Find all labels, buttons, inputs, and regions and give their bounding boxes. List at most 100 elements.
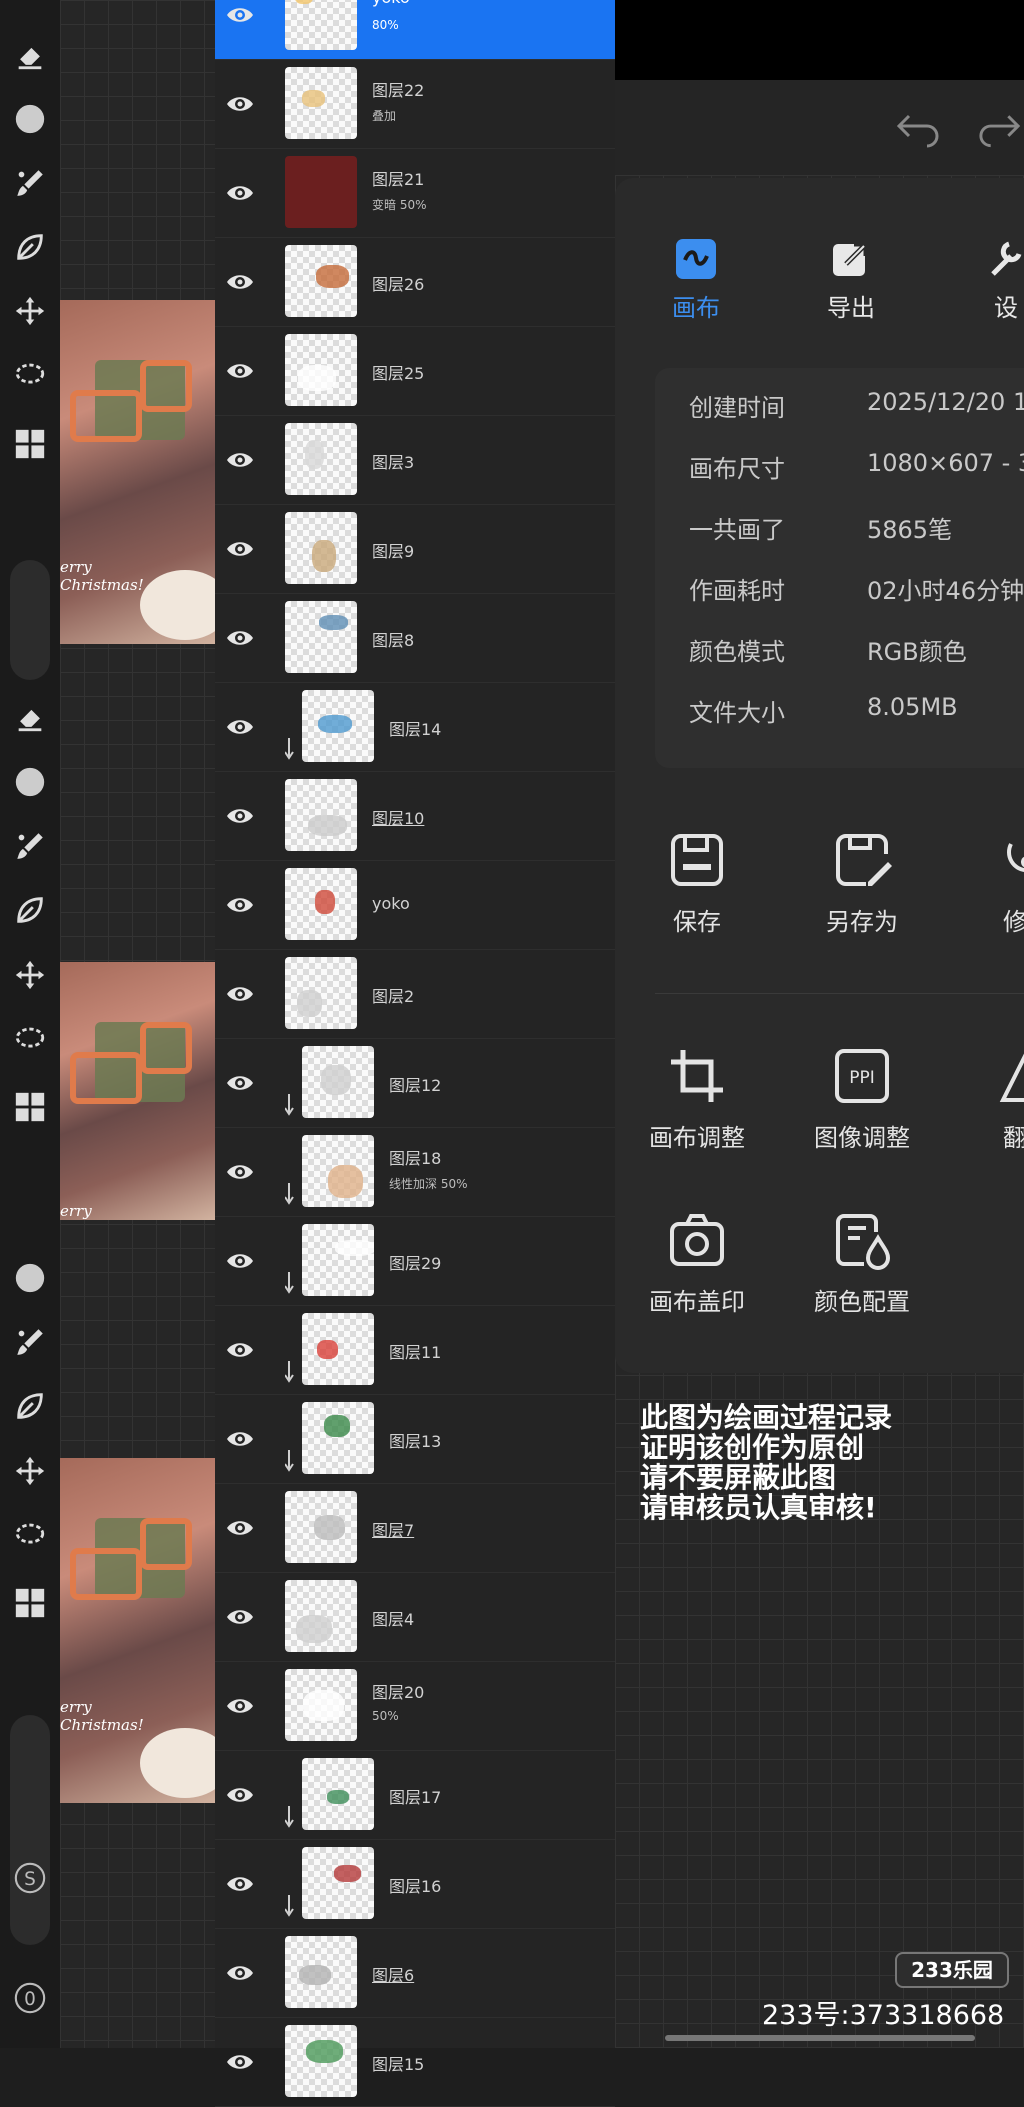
visibility-eye-icon[interactable]: [225, 1513, 255, 1543]
visibility-eye-icon[interactable]: [225, 2047, 255, 2077]
visibility-eye-icon[interactable]: [225, 1869, 255, 1899]
visibility-eye-icon[interactable]: [225, 1246, 255, 1276]
layer-row[interactable]: 图层7: [215, 1483, 615, 1573]
eraser-icon[interactable]: [10, 35, 50, 75]
canvas-adjust-button[interactable]: 画布调整: [617, 1046, 777, 1153]
opacity-slider[interactable]: [10, 1715, 50, 1945]
move-icon[interactable]: [10, 1451, 50, 1491]
visibility-eye-icon[interactable]: [225, 712, 255, 742]
brush-icon[interactable]: [10, 826, 50, 866]
image-adjust-button[interactable]: PPI 图像调整: [782, 1046, 942, 1153]
visibility-eye-icon[interactable]: [225, 1335, 255, 1365]
layer-row[interactable]: 图层20 50%: [215, 1661, 615, 1751]
repair-button[interactable]: 修复: [947, 830, 1024, 937]
layer-row[interactable]: 图层10: [215, 771, 615, 861]
visibility-eye-icon[interactable]: [225, 356, 255, 386]
layer-row[interactable]: 图层25: [215, 326, 615, 416]
visibility-eye-icon[interactable]: [225, 1958, 255, 1988]
layer-row[interactable]: 图层4: [215, 1572, 615, 1662]
color-circle-icon[interactable]: [10, 99, 50, 139]
lasso-icon[interactable]: [10, 1515, 50, 1555]
visibility-eye-icon[interactable]: [225, 89, 255, 119]
flip-button[interactable]: 翻转: [947, 1046, 1024, 1153]
visibility-eye-icon[interactable]: [225, 979, 255, 1009]
visibility-eye-icon[interactable]: [225, 890, 255, 920]
leaf-smudge-icon[interactable]: [10, 1386, 50, 1426]
undo-icon[interactable]: [893, 108, 943, 148]
save-button[interactable]: 保存: [617, 830, 777, 937]
tab-export[interactable]: 导出: [796, 238, 906, 323]
layer-name: 图层20: [372, 1683, 425, 1702]
layer-name: 图层2: [372, 987, 415, 1006]
layer-row[interactable]: 图层6: [215, 1928, 615, 2018]
canvas-stamp-button[interactable]: 画布盖印: [617, 1210, 777, 1317]
clipping-mask-icon: [285, 738, 294, 760]
tab-export-label: 导出: [827, 294, 875, 322]
leaf-smudge-icon[interactable]: [10, 227, 50, 267]
visibility-eye-icon[interactable]: [225, 445, 255, 475]
visibility-eye-icon[interactable]: [225, 1602, 255, 1632]
smudge-toggle-icon[interactable]: S: [10, 1858, 50, 1898]
home-indicator[interactable]: [665, 2035, 975, 2041]
layer-row[interactable]: 图层14: [215, 682, 615, 772]
layer-row[interactable]: 图层18 线性加深 50%: [215, 1127, 615, 1217]
layer-thumbnail: [285, 957, 357, 1029]
brush-size-slider[interactable]: [10, 560, 50, 680]
leaf-smudge-icon[interactable]: [10, 890, 50, 930]
lasso-icon[interactable]: [10, 355, 50, 395]
layer-row[interactable]: 图层12: [215, 1038, 615, 1128]
layer-row[interactable]: 图层11: [215, 1305, 615, 1395]
layer-row[interactable]: 图层16: [215, 1839, 615, 1929]
brush-icon[interactable]: [10, 163, 50, 203]
visibility-eye-icon[interactable]: [225, 1068, 255, 1098]
layer-row[interactable]: 图层29: [215, 1216, 615, 1306]
layers-grid-icon[interactable]: [10, 1087, 50, 1127]
layer-thumbnail: [285, 601, 357, 673]
layer-name: yoko: [372, 0, 410, 7]
visibility-eye-icon[interactable]: [225, 801, 255, 831]
redo-icon[interactable]: [975, 108, 1024, 148]
layer-row[interactable]: 图层3: [215, 415, 615, 505]
visibility-eye-icon[interactable]: [225, 0, 255, 30]
move-icon[interactable]: [10, 291, 50, 331]
color-circle-icon[interactable]: [10, 1258, 50, 1298]
layer-row[interactable]: 图层9: [215, 504, 615, 594]
layer-row[interactable]: 图层26: [215, 237, 615, 327]
layer-thumbnail: [285, 779, 357, 851]
layer-name: 图层26: [372, 275, 425, 294]
watermark-badge: 233乐园: [895, 1952, 1009, 1988]
visibility-eye-icon[interactable]: [225, 267, 255, 297]
visibility-eye-icon[interactable]: [225, 534, 255, 564]
visibility-eye-icon[interactable]: [225, 178, 255, 208]
layer-row[interactable]: 图层8: [215, 593, 615, 683]
color-config-button[interactable]: 颜色配置: [782, 1210, 942, 1317]
lasso-icon[interactable]: [10, 1019, 50, 1059]
layer-row[interactable]: 图层15: [215, 2017, 615, 2107]
layer-row[interactable]: yoko: [215, 860, 615, 950]
layers-grid-icon[interactable]: [10, 1583, 50, 1623]
layer-blend-mode: 叠加: [372, 109, 397, 123]
visibility-eye-icon[interactable]: [225, 1780, 255, 1810]
layers-grid-icon[interactable]: [10, 424, 50, 464]
layer-row[interactable]: yoko 80%: [215, 0, 615, 60]
layer-row[interactable]: 图层2: [215, 949, 615, 1039]
visibility-eye-icon[interactable]: [225, 1424, 255, 1454]
layer-row[interactable]: 图层22 叠加: [215, 59, 615, 149]
visibility-eye-icon[interactable]: [225, 1691, 255, 1721]
clipping-mask-icon: [285, 1094, 294, 1116]
visibility-eye-icon[interactable]: [225, 623, 255, 653]
color-circle-icon[interactable]: [10, 762, 50, 802]
brush-icon[interactable]: [10, 1322, 50, 1362]
move-icon[interactable]: [10, 955, 50, 995]
layer-row[interactable]: 图层13: [215, 1394, 615, 1484]
tab-canvas[interactable]: 画布: [641, 238, 751, 323]
layer-row[interactable]: 图层21 变暗 50%: [215, 148, 615, 238]
eraser-icon[interactable]: [10, 697, 50, 737]
opacity-toggle-icon[interactable]: 0: [10, 1978, 50, 2018]
visibility-eye-icon[interactable]: [225, 1157, 255, 1187]
tab-settings[interactable]: 设: [951, 238, 1024, 323]
export-icon: [830, 238, 872, 280]
watermark-uid: 233号:373318668: [762, 2000, 1005, 2031]
layer-row[interactable]: 图层17: [215, 1750, 615, 1840]
save-as-button[interactable]: 另存为: [782, 830, 942, 937]
